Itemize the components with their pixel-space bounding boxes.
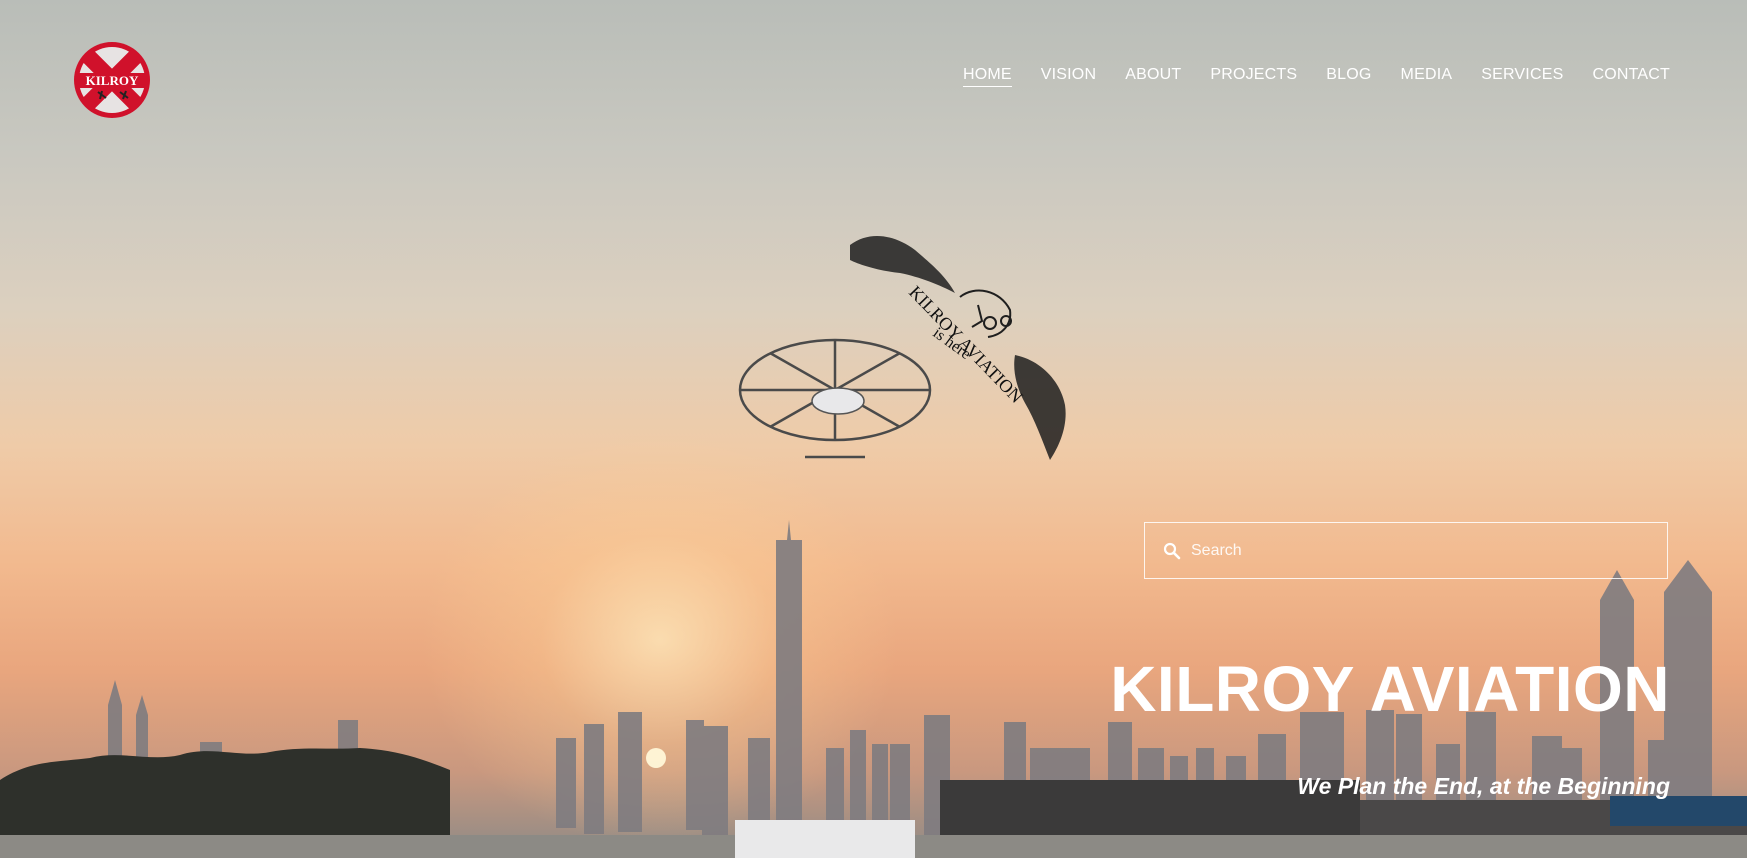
drone-body-icon — [811, 387, 865, 415]
right-hand-icon — [1014, 355, 1066, 460]
search-input[interactable] — [1189, 522, 1667, 579]
nav-blog[interactable]: BLOG — [1326, 66, 1371, 87]
hero-title: KILROY AVIATION — [1110, 653, 1670, 725]
search-box[interactable] — [1144, 522, 1668, 579]
nav-vision[interactable]: VISION — [1041, 66, 1096, 87]
kilroy-aviation-emblem: KILROY AVIATION is here — [738, 235, 1066, 460]
nav-services[interactable]: SERVICES — [1481, 66, 1563, 87]
main-nav: HOME VISION ABOUT PROJECTS BLOG MEDIA SE… — [934, 66, 1670, 87]
nav-media[interactable]: MEDIA — [1401, 66, 1453, 87]
kilroy-logo[interactable]: KILROY — [70, 40, 154, 120]
hero-subtitle: We Plan the End, at the Beginning — [1297, 773, 1670, 799]
nav-contact[interactable]: CONTACT — [1592, 66, 1670, 87]
left-hand-icon — [850, 235, 955, 293]
nav-projects[interactable]: PROJECTS — [1210, 66, 1297, 87]
search-icon — [1163, 542, 1181, 559]
svg-text:KILROY: KILROY — [86, 73, 139, 88]
kilroy-face-icon — [959, 289, 1012, 338]
nav-about[interactable]: ABOUT — [1125, 66, 1181, 87]
nav-home[interactable]: HOME — [962, 66, 1012, 87]
